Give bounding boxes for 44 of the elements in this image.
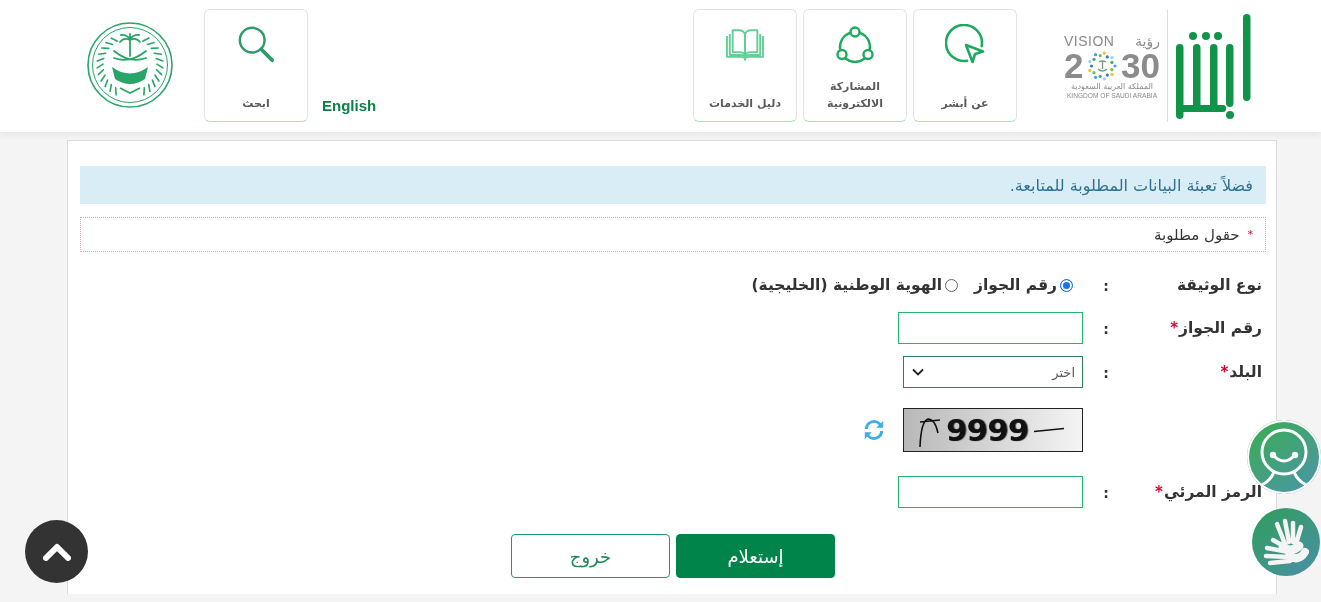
search-icon	[237, 25, 275, 63]
required-note-text: حقول مطلوبة	[1153, 225, 1240, 244]
text-field[interactable]	[898, 476, 1083, 508]
field-label: رقم الجواز	[1179, 319, 1262, 337]
captcha-text: 9999	[946, 414, 1029, 446]
hands-icon	[1263, 518, 1309, 566]
colon-separator: :	[1103, 484, 1109, 501]
exit-button[interactable]: خروج	[511, 534, 670, 578]
nav-tile[interactable]: دليل الخدمات	[693, 9, 797, 122]
chevron-down-icon	[912, 368, 924, 376]
field-label: الرمز المرئي	[1163, 483, 1262, 501]
nav-tile[interactable]: عن أبشر	[913, 9, 1017, 122]
radio-button[interactable]	[945, 278, 959, 292]
required-asterisk: *	[1155, 483, 1163, 501]
colon-separator: :	[1103, 320, 1109, 337]
required-asterisk: *	[1220, 363, 1229, 381]
search-button[interactable]: ابحث	[204, 9, 308, 122]
logo-caption: المملكة العربية السعودية	[1069, 82, 1155, 92]
stroke-line-drawing	[1034, 427, 1065, 433]
logo-text: VISION	[1064, 33, 1115, 49]
cursor-icon	[945, 24, 985, 64]
submit-button[interactable]: إستعلام	[676, 534, 835, 578]
share-icon	[836, 25, 874, 63]
radio-button[interactable]	[1060, 278, 1073, 292]
logo-year: 2	[1064, 50, 1084, 82]
info-alert: فضلاً تعبئة البيانات المطلوبة للمتابعة.	[80, 166, 1266, 204]
colon-separator: :	[1103, 364, 1109, 381]
emblem-icon	[87, 22, 173, 108]
logo-year: 30	[1121, 50, 1160, 82]
language-link[interactable]: English	[322, 97, 377, 114]
radio-label[interactable]: الهوية الوطنية (الخليجية)	[751, 276, 943, 294]
field-label: نوع الوثيقة	[1176, 276, 1262, 294]
book-icon	[726, 27, 764, 61]
field-label: البلد	[1229, 363, 1262, 381]
dropdown-field[interactable]: اختر	[903, 356, 1083, 388]
chevron-up-icon	[42, 542, 71, 561]
dotted-ring-icon	[1086, 50, 1118, 82]
text-field[interactable]	[898, 312, 1083, 344]
colon-separator: :	[1103, 277, 1109, 294]
required-asterisk: *	[1247, 228, 1253, 241]
logo-text: رؤية	[1135, 33, 1160, 49]
radio-label[interactable]: رقم الجواز	[974, 276, 1057, 294]
required-asterisk: *	[1170, 319, 1179, 337]
nav-tile[interactable]: المشاركة الالكترونية	[803, 9, 907, 122]
